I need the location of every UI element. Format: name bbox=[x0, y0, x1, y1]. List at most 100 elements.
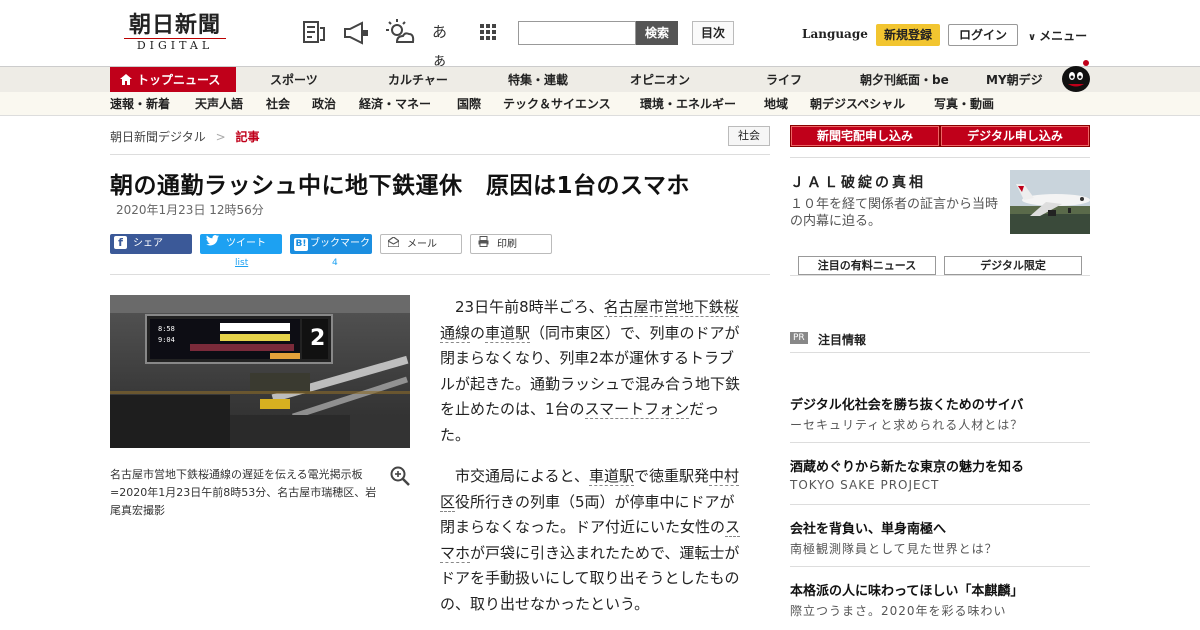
mail-share-button[interactable]: メール bbox=[380, 234, 462, 254]
nav2-tenseijingo[interactable]: 天声人語 bbox=[195, 92, 243, 116]
divider bbox=[790, 566, 1090, 567]
tab-digital-only[interactable]: デジタル限定 bbox=[944, 256, 1082, 275]
sign-time-2: 9:04 bbox=[158, 336, 175, 344]
article-paragraph: 23日午前8時半ごろ、名古屋市営地下鉄桜通線の車道駅（同市東区）で、列車のドアが… bbox=[440, 295, 744, 448]
newspaper-icon[interactable] bbox=[300, 18, 328, 46]
feature-thumbnail[interactable] bbox=[1010, 170, 1090, 234]
divider bbox=[790, 352, 1090, 353]
text-run: 役所行きの列車（5両）が停車中にドアが閉まらなくなった。ドア付近にいた女性の bbox=[440, 492, 735, 537]
article-photo[interactable]: 8:58 9:04 2 bbox=[110, 295, 410, 448]
nav2-special[interactable]: 朝デジスペシャル bbox=[810, 92, 905, 116]
zoom-icon[interactable] bbox=[390, 466, 410, 486]
article-paragraph: 市交通局によると、車道駅で徳重駅発中村区役所行きの列車（5両）が停車中にドアが閉… bbox=[440, 464, 744, 617]
font-size-icon[interactable]: あぁ bbox=[432, 18, 460, 69]
hatena-icon: B! bbox=[294, 238, 308, 251]
nav-sports[interactable]: スポーツ bbox=[270, 67, 318, 93]
article-headline: 朝の通勤ラッシュ中に地下鉄運休 原因は1台のスマホ bbox=[110, 173, 690, 199]
sponsored-link-title[interactable]: 会社を背負い、単身南極へ bbox=[790, 518, 946, 537]
sponsored-link-subtitle: ーセキュリティと求められる人材とは？ bbox=[790, 418, 1024, 432]
nav-features[interactable]: 特集・連載 bbox=[508, 67, 568, 93]
breadcrumb: 朝日新聞デジタル > 記事 bbox=[110, 128, 260, 145]
subscribe-digital-button[interactable]: デジタル申し込み bbox=[940, 125, 1090, 147]
nav2-politics[interactable]: 政治 bbox=[312, 92, 336, 116]
menu-label: メニュー bbox=[1039, 29, 1088, 43]
text-run: が戸袋に引き込まれたためで、運転士がドアを手動扱いにして取り出そうとしたものの、… bbox=[440, 543, 740, 613]
facebook-share-button[interactable]: f シェア bbox=[110, 234, 192, 254]
divider bbox=[790, 157, 1090, 158]
search-button[interactable]: 検索 bbox=[636, 21, 678, 45]
print-button[interactable]: 印刷 bbox=[470, 234, 552, 254]
nav2-international[interactable]: 国際 bbox=[457, 92, 481, 116]
text-run: の bbox=[470, 323, 486, 342]
sign-platform: 2 bbox=[310, 326, 325, 351]
nav-print-edition[interactable]: 朝夕刊紙面・be bbox=[860, 67, 949, 93]
menu-button[interactable]: ∨ メニュー bbox=[1028, 27, 1087, 44]
divider bbox=[110, 274, 770, 275]
link-smartphone[interactable]: スマートフォン bbox=[584, 400, 690, 419]
twitter-icon bbox=[204, 234, 220, 254]
register-button[interactable]: 新規登録 bbox=[876, 24, 940, 46]
nav-top-news[interactable]: トップニュース bbox=[110, 67, 236, 93]
nav2-photo-video[interactable]: 写真・動画 bbox=[934, 92, 994, 116]
sponsored-link-subtitle: 際立つうまさ。2020年を彩る味わい bbox=[790, 604, 1007, 618]
nav-life[interactable]: ライフ bbox=[766, 67, 802, 93]
link-kurumamichi-station[interactable]: 車道駅 bbox=[588, 467, 634, 486]
nav2-breaking[interactable]: 速報・新着 bbox=[110, 92, 170, 116]
site-logo[interactable]: 朝日新聞 DIGITAL bbox=[116, 12, 234, 54]
sponsored-link-title[interactable]: 本格派の人に味わってほしい「本麒麟」 bbox=[790, 580, 1023, 599]
pr-heading: 注目情報 bbox=[818, 333, 867, 347]
divider bbox=[790, 442, 1090, 443]
text-run: 23日午前8時半ごろ、 bbox=[440, 298, 604, 316]
mail-share-label: メール bbox=[407, 239, 437, 250]
sponsored-link-title[interactable]: 酒蔵めぐりから新たな東京の魅力を知る bbox=[790, 456, 1024, 475]
megaphone-icon[interactable] bbox=[342, 18, 370, 46]
nav2-society[interactable]: 社会 bbox=[266, 92, 290, 116]
home-icon bbox=[120, 68, 132, 94]
divider bbox=[790, 275, 1090, 276]
login-button[interactable]: ログイン bbox=[948, 24, 1018, 46]
feature-description: １０年を経て関係者の証言から当時の内幕に迫る。 bbox=[790, 197, 999, 229]
nav-top-news-label: トップニュース bbox=[137, 73, 221, 87]
category-tag[interactable]: 社会 bbox=[728, 126, 770, 146]
site-header: 朝日新聞 DIGITAL あぁ 検索 目次 Language 新規登録 ログイン… bbox=[0, 0, 1200, 69]
logo-sub-text: DIGITAL bbox=[124, 38, 226, 53]
link-kurumamichi-station[interactable]: 車道駅 bbox=[485, 323, 531, 343]
nav-opinion[interactable]: オピニオン bbox=[630, 67, 690, 93]
feature-title[interactable]: ＪＡＬ破綻の真相 bbox=[790, 172, 926, 192]
breadcrumb-site[interactable]: 朝日新聞デジタル bbox=[110, 130, 206, 144]
primary-nav: トップニュース スポーツ カルチャー 特集・連載 オピニオン ライフ 朝夕刊紙面… bbox=[0, 60, 1200, 93]
twitter-count[interactable]: list bbox=[235, 258, 248, 268]
sponsored-link-title[interactable]: デジタル化社会を勝ち抜くためのサイバ bbox=[790, 394, 1023, 413]
breadcrumb-sep: > bbox=[215, 130, 226, 144]
nav2-tech[interactable]: テック＆サイエンス bbox=[503, 92, 611, 116]
nav-culture[interactable]: カルチャー bbox=[388, 67, 448, 93]
nav2-region[interactable]: 地域 bbox=[764, 92, 788, 116]
index-button[interactable]: 目次 bbox=[692, 21, 734, 45]
article-date: 2020年1月23日 12時56分 bbox=[116, 203, 264, 217]
weather-icon[interactable] bbox=[385, 18, 415, 46]
nav2-environment[interactable]: 環境・エネルギー bbox=[640, 92, 736, 116]
twitter-share-label: ツイート bbox=[226, 238, 266, 249]
hatena-bookmark-label: ブックマーク bbox=[310, 238, 370, 249]
nav-my-asadigi[interactable]: MY朝デジ bbox=[986, 67, 1043, 93]
tab-paid-news[interactable]: 注目の有料ニュース bbox=[798, 256, 936, 275]
nav2-economy[interactable]: 経済・マネー bbox=[359, 92, 431, 116]
breadcrumb-current: 記事 bbox=[235, 130, 260, 144]
hatena-count[interactable]: 4 bbox=[332, 258, 338, 268]
mascot-icon[interactable] bbox=[1056, 57, 1092, 93]
grid-menu-icon[interactable] bbox=[478, 18, 506, 46]
facebook-share-label: シェア bbox=[133, 238, 163, 249]
hatena-bookmark-button[interactable]: B! ブックマーク bbox=[290, 234, 372, 254]
search-input[interactable] bbox=[518, 21, 636, 45]
sign-time-1: 8:58 bbox=[158, 325, 175, 333]
divider bbox=[790, 504, 1090, 505]
subscribe-paper-button[interactable]: 新聞宅配申し込み bbox=[790, 125, 940, 147]
twitter-share-button[interactable]: ツイート bbox=[200, 234, 282, 254]
sponsored-link-subtitle: 南極観測隊員として見た世界とは？ bbox=[790, 542, 998, 556]
print-label: 印刷 bbox=[497, 239, 517, 250]
facebook-icon: f bbox=[114, 236, 127, 249]
divider bbox=[110, 154, 770, 155]
pr-badge: PR bbox=[790, 332, 808, 344]
language-link[interactable]: Language bbox=[802, 27, 868, 41]
logo-main-text: 朝日新聞 bbox=[128, 12, 221, 38]
